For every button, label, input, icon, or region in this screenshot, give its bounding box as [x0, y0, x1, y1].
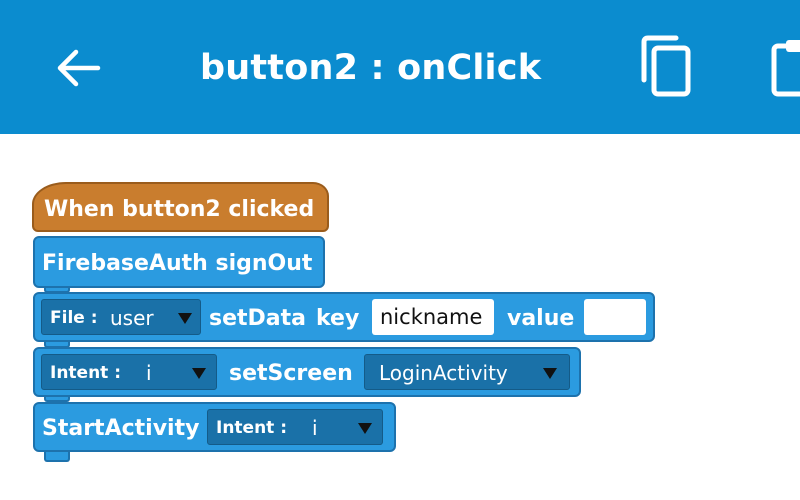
app-bar: button2 : onClick	[0, 0, 800, 134]
screen-activity-dropdown[interactable]: LoginActivity	[364, 354, 570, 390]
block-connector	[44, 452, 70, 462]
file-type-label: File :	[50, 308, 98, 328]
paste-button[interactable]	[760, 26, 800, 106]
intent-setscreen-block[interactable]: Intent : i setScreen LoginActivity	[33, 347, 581, 397]
file-setdata-block[interactable]: File : user setData key nickname value	[33, 292, 655, 342]
startactivity-label: StartActivity	[42, 416, 200, 441]
intent-variable-value: i	[312, 416, 318, 440]
event-block-label: When button2 clicked	[44, 197, 315, 222]
startactivity-block[interactable]: StartActivity Intent : i	[33, 402, 396, 452]
page-title: button2 : onClick	[200, 48, 542, 88]
screen-activity-value: LoginActivity	[379, 361, 508, 385]
block-editor-canvas[interactable]: When button2 clicked FirebaseAuth signOu…	[0, 134, 800, 500]
value-input[interactable]	[584, 299, 646, 335]
dropdown-caret-icon	[178, 313, 192, 324]
intent-variable-value: i	[146, 361, 152, 385]
key-label: key	[316, 306, 360, 331]
file-variable-dropdown[interactable]: File : user	[41, 299, 201, 335]
startactivity-intent-dropdown[interactable]: Intent : i	[207, 409, 383, 445]
value-label: value	[507, 306, 575, 331]
file-variable-value: user	[110, 306, 154, 330]
copy-button[interactable]	[626, 26, 706, 106]
dropdown-caret-icon	[543, 368, 557, 379]
signout-block-label: FirebaseAuth signOut	[42, 251, 313, 276]
key-input[interactable]: nickname	[372, 299, 494, 335]
event-block[interactable]: When button2 clicked	[32, 182, 329, 232]
setdata-label: setData	[209, 306, 307, 331]
dropdown-caret-icon	[358, 423, 372, 434]
back-button[interactable]	[40, 36, 112, 100]
dropdown-caret-icon	[192, 368, 206, 379]
intent-type-label: Intent :	[216, 418, 288, 438]
intent-type-label: Intent :	[50, 363, 122, 383]
intent-variable-dropdown[interactable]: Intent : i	[41, 354, 217, 390]
firebase-signout-block[interactable]: FirebaseAuth signOut	[33, 236, 325, 288]
setscreen-label: setScreen	[229, 361, 353, 386]
